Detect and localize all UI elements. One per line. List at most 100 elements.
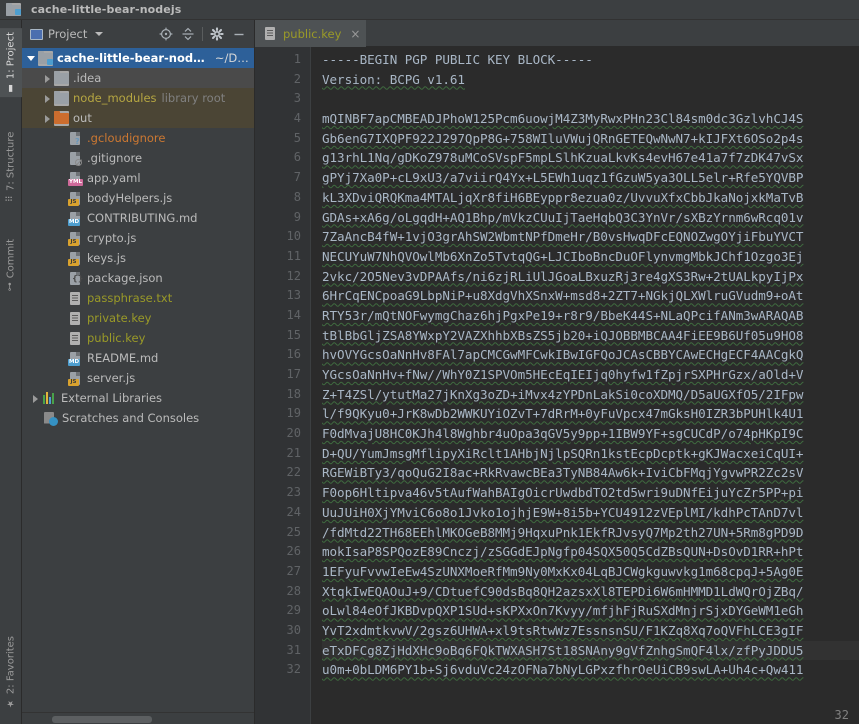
line-number: 10 (255, 227, 301, 247)
tree-row-idea[interactable]: .idea (22, 68, 254, 88)
code-line[interactable]: mokIsaP8SPQozE89Cnczj/zSGGdEJpNgfp04SQX5… (322, 542, 859, 562)
code-line[interactable]: kL3XDviQRQKma4MTALjqXr8fiH6BEyppr8ezua0z… (322, 188, 859, 208)
code-line[interactable]: RGEWiBTy3/qoQuG2I8ac+RkRvawcBEa3TyNB84Aw… (322, 463, 859, 483)
project-horizontal-scrollbar[interactable] (22, 712, 254, 724)
code-line[interactable]: NECUYuW7NhQVOwlMb6XnZo5TvtqQG+LJCIboBncD… (322, 247, 859, 267)
collapse-all-icon[interactable] (177, 23, 199, 45)
line-number: 15 (255, 326, 301, 346)
code-line[interactable]: tBlBbGljZSA8YWxpY2VAZXhhbXBsZS5jb20+iQJO… (322, 326, 859, 346)
code-line[interactable]: D+QU/YumJmsgMflipyXiRclt1AHbjNjlpSQRn1ks… (322, 444, 859, 464)
chevron-collapsed-icon[interactable] (42, 113, 53, 124)
tree-row-project-root[interactable]: cache-little-bear-nodejs ~/Doc (22, 48, 254, 68)
js-file-icon: JS (68, 251, 83, 266)
code-line[interactable]: l/f9QKyu0+JrK8wDb2WWKUYiOZvT+7dRrM+0yFuV… (322, 404, 859, 424)
code-line[interactable]: F0dMvajU8HC0KJh4l8Wghbr4uOpa3qGV5y9pp+1I… (322, 424, 859, 444)
project-tree[interactable]: cache-little-bear-nodejs ~/Doc .idea nod… (22, 48, 254, 712)
status-line-number: 32 (835, 708, 849, 722)
code-line[interactable]: oLwl84eOfJKBDvpQXP1SUd+sKPXxOn7Kvyy/mfjh… (322, 601, 859, 621)
line-number: 19 (255, 404, 301, 424)
line-number: 23 (255, 483, 301, 503)
code-line[interactable]: hvOVYGcsOaNnHv8FAl7apCMCGwMFCwkIBwIGFQoJ… (322, 345, 859, 365)
sidebar-item-project[interactable]: ▮ 1: Project (0, 28, 22, 97)
code-line[interactable]: Z+T4ZSl/ytutMa27jKnXg3oZD+iMvx4zYPDnLakS… (322, 385, 859, 405)
chevron-collapsed-icon[interactable] (42, 93, 53, 104)
tree-row-readme-md[interactable]: MD README.md (22, 348, 254, 368)
tree-row-gcloudignore[interactable]: ? .gcloudignore (22, 128, 254, 148)
tree-row-crypto-js[interactable]: JS crypto.js (22, 228, 254, 248)
code-line[interactable]: gPYj7Xa0P+cL9xU3/a7viirQ4Yx+L5EWh1uqz1fG… (322, 168, 859, 188)
line-number: 6 (255, 148, 301, 168)
code-line[interactable]: 2vkc/2O5Nev3vDPAAfs/ni6zjRLiUlJGoaLBxuzR… (322, 267, 859, 287)
md-file-icon: MD (68, 211, 83, 226)
tree-row-out[interactable]: out (22, 108, 254, 128)
tree-row-keys-js[interactable]: JS keys.js (22, 248, 254, 268)
window-title: cache-little-bear-nodejs (31, 3, 181, 16)
line-number: 7 (255, 168, 301, 188)
code-content[interactable]: -----BEGIN PGP PUBLIC KEY BLOCK-----Vers… (311, 47, 859, 724)
project-view-icon (30, 29, 43, 40)
code-line[interactable]: GDAs+xA6g/oLgqdH+AQ1Bhp/mVkzCUuIjTaeHqbQ… (322, 208, 859, 228)
tree-row-package-json[interactable]: {} package.json (22, 268, 254, 288)
code-line[interactable]: 6HrCqENCpoaG9LbpNiP+u8XdgVhXSnxW+msd8+2Z… (322, 286, 859, 306)
tree-row-private-key[interactable]: private.key (22, 308, 254, 328)
scrollbar-thumb[interactable] (52, 716, 152, 723)
tree-label: cache-little-bear-nodejs (57, 51, 209, 65)
chevron-collapsed-icon[interactable] (42, 73, 53, 84)
code-line[interactable]: RTY53r/mQtNOFwymgChaz6hjPgxPe19+r8r9/Bbe… (322, 306, 859, 326)
line-number: 25 (255, 523, 301, 543)
tab-public-key[interactable]: public.key × (255, 20, 366, 47)
settings-gear-icon[interactable] (206, 23, 228, 45)
tree-row-node-modules[interactable]: node_modules library root (22, 88, 254, 108)
tree-row-contributing-md[interactable]: MD CONTRIBUTING.md (22, 208, 254, 228)
code-line[interactable]: YGcsOaNnHv+fNw//WhY0Z1SPVOm5HEcEqIEIjq0h… (322, 365, 859, 385)
line-number: 8 (255, 188, 301, 208)
line-number-gutter: 1234567891011121314151617181920212223242… (255, 47, 310, 724)
code-line[interactable]: g13rhL1Nq/gDKoZ978uMCoSVspF5mpLSlhKzuaLk… (322, 148, 859, 168)
tree-row-public-key[interactable]: public.key (22, 328, 254, 348)
structure-icon: ⠿ (7, 195, 16, 202)
code-line[interactable]: mQINBF7apCMBEADJPhoW125Pcm6uowjM4Z3MyRwx… (322, 109, 859, 129)
chevron-collapsed-icon[interactable] (30, 393, 41, 404)
code-line[interactable]: eTxDFCg8ZjHdXHc9oBq6FQkTWXASH7St18SNAny9… (322, 641, 859, 661)
code-line[interactable] (322, 89, 859, 109)
tree-row-gitignore[interactable]: .gitignore (22, 148, 254, 168)
close-icon[interactable]: × (350, 28, 360, 40)
code-line[interactable]: Gb6enG7IXQPF922J297QpP8G+758WIluVWujQRnG… (322, 129, 859, 149)
code-line[interactable]: 7ZaAncB4fW+1vjO3grAhSW2WbmtNPfDmeHr/B0vs… (322, 227, 859, 247)
chevron-expanded-icon[interactable] (26, 53, 37, 64)
line-number: 1 (255, 50, 301, 70)
project-view-selector[interactable]: Project (26, 25, 107, 43)
tree-row-server-js[interactable]: JS server.js (22, 368, 254, 388)
tree-label: bodyHelpers.js (87, 191, 172, 205)
code-line[interactable]: -----BEGIN PGP PUBLIC KEY BLOCK----- (322, 50, 859, 70)
tree-row-passphrase-txt[interactable]: passphrase.txt (22, 288, 254, 308)
code-line[interactable]: u0m+0bLDM6PY1b+Sj6vduVc24zOFNa7bNyLGPxzf… (322, 660, 859, 680)
tree-row-external-libraries[interactable]: External Libraries (22, 388, 254, 408)
sidebar-item-commit[interactable]: ⊶ Commit (0, 235, 22, 295)
code-editor[interactable]: 1234567891011121314151617181920212223242… (255, 47, 859, 724)
tree-label: crypto.js (87, 231, 136, 245)
sidebar-item-favorites[interactable]: ★ 2: Favorites (0, 632, 22, 712)
code-line[interactable]: /fdMtd22TH68EEhlMKOGeB8MMj9HqxuPnk1EkfRJ… (322, 523, 859, 543)
sidebar-item-structure[interactable]: ⠿ 7: Structure (0, 128, 22, 206)
tree-row-bodyhelpers-js[interactable]: JS bodyHelpers.js (22, 188, 254, 208)
locate-icon[interactable] (155, 23, 177, 45)
project-view-label: Project (48, 27, 87, 41)
tree-row-app-yaml[interactable]: YML app.yaml (22, 168, 254, 188)
code-line[interactable]: XtqkIwEQAOuJ+9/CDtuefC90dsBq8QH2azsxXl8T… (322, 582, 859, 602)
code-line[interactable]: F0op6Hltipva46v5tAufWahBAIgOicrUwdbdTO2t… (322, 483, 859, 503)
tree-row-scratches-and-consoles[interactable]: Scratches and Consoles (22, 408, 254, 428)
line-number: 12 (255, 267, 301, 287)
code-line[interactable]: UuJUiH0XjYMviC6o8o1Jvko1ojhjE9W+8i5b+YCU… (322, 503, 859, 523)
code-line[interactable]: YvT2xdmtkvwV/2gsz6UHWA+xl9tsRtwWz7Essnsn… (322, 621, 859, 641)
code-line[interactable]: 1EFyuFvvwIeEw4SzUNXMoeRfMm9Ny0MxKx04LqBJ… (322, 562, 859, 582)
code-line[interactable]: Version: BCPG v1.61 (322, 70, 859, 90)
line-number: 17 (255, 365, 301, 385)
line-number: 20 (255, 424, 301, 444)
file-ignore-icon (68, 151, 83, 166)
hide-panel-icon[interactable] (228, 23, 250, 45)
ide-body: ▮ 1: Project ⠿ 7: Structure ⊶ Commit ★ 2… (0, 20, 859, 724)
tree-label: README.md (87, 351, 158, 365)
folder-icon (54, 71, 69, 86)
folder-icon: ▮ (7, 83, 16, 93)
